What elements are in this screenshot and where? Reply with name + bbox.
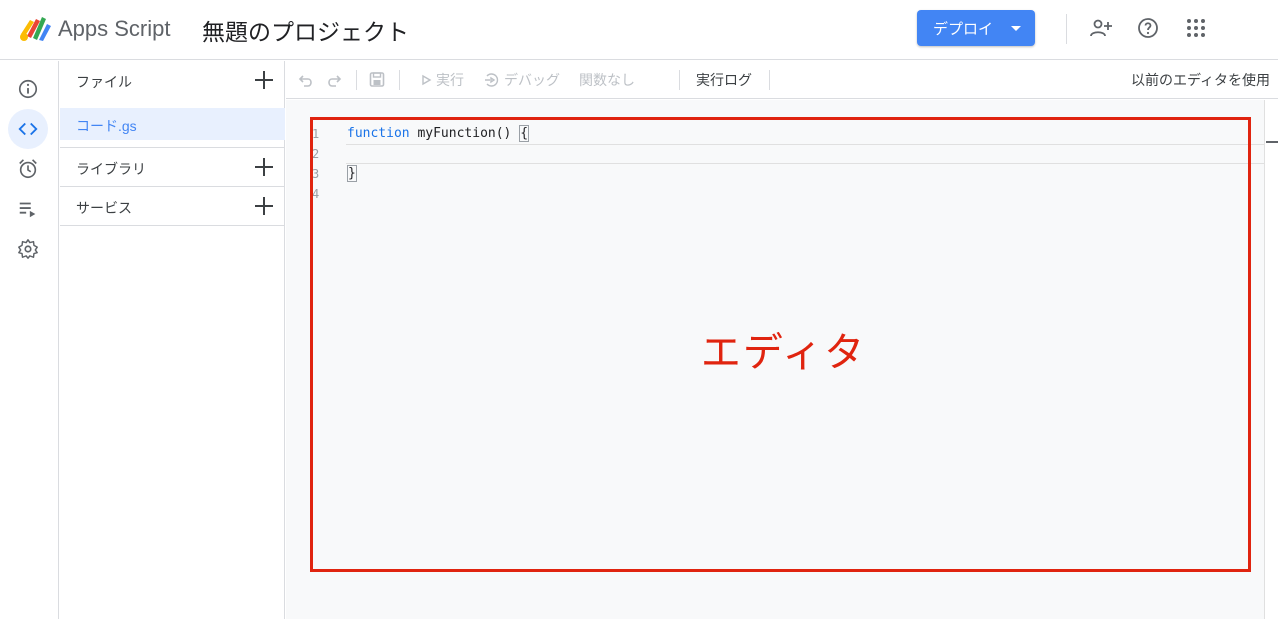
app-header: Apps Script 無題のプロジェクト デプロイ <box>0 0 1278 60</box>
file-item-label: コード.gs <box>76 118 137 134</box>
app-name[interactable]: Apps Script <box>58 16 171 42</box>
left-nav-rail <box>0 61 59 619</box>
files-section-label: ファイル <box>76 74 132 90</box>
function-select-value: 関数なし <box>579 72 635 88</box>
add-file-icon[interactable] <box>255 71 273 89</box>
play-icon <box>422 74 432 86</box>
function-select[interactable]: 関数なし <box>579 61 635 99</box>
files-panel: ファイル コード.gs ライブラリ サービス <box>60 61 285 619</box>
deploy-button[interactable]: デプロイ <box>917 10 1035 46</box>
deploy-button-label: デプロイ <box>933 21 994 38</box>
apps-script-logo[interactable] <box>18 14 52 42</box>
debug-button[interactable]: デバッグ <box>484 61 560 99</box>
info-icon <box>18 79 38 99</box>
executions-nav-button[interactable] <box>8 189 48 229</box>
overview-nav-button[interactable] <box>8 69 48 109</box>
toolbar-divider <box>679 70 680 90</box>
executions-icon <box>19 202 36 218</box>
header-divider <box>1066 14 1067 44</box>
execution-log-label: 実行ログ <box>696 72 752 88</box>
execution-log-button[interactable]: 実行ログ <box>696 61 752 99</box>
editor-nav-button[interactable] <box>8 109 48 149</box>
services-section-label: サービス <box>76 200 132 216</box>
alarm-icon <box>19 159 37 179</box>
run-label: 実行 <box>436 72 464 88</box>
save-icon[interactable] <box>369 61 385 99</box>
triggers-nav-button[interactable] <box>8 149 48 189</box>
editor-annotation-box: エディタ <box>310 117 1251 572</box>
scrollbar-marker <box>1266 141 1278 143</box>
services-section-header: サービス <box>60 187 285 226</box>
run-button[interactable]: 実行 <box>420 61 464 99</box>
libraries-section-header: ライブラリ <box>60 148 285 187</box>
editor-scrollbar[interactable] <box>1264 100 1278 619</box>
debug-label: デバッグ <box>504 72 560 88</box>
editor-toolbar: 実行 デバッグ 関数なし 実行ログ 以前のエディタを使用 <box>286 61 1278 99</box>
undo-icon[interactable] <box>298 61 314 99</box>
use-legacy-editor-button[interactable]: 以前のエディタを使用 <box>1131 61 1270 99</box>
add-service-icon[interactable] <box>255 197 273 215</box>
file-item-code-gs[interactable]: コード.gs <box>60 108 285 140</box>
toolbar-divider <box>399 70 400 90</box>
toolbar-divider <box>769 70 770 90</box>
toolbar-divider <box>356 70 357 90</box>
add-library-icon[interactable] <box>255 158 273 176</box>
settings-icon <box>18 239 38 259</box>
project-title[interactable]: 無題のプロジェクト <box>202 13 409 47</box>
help-icon[interactable] <box>1136 16 1160 40</box>
debug-icon <box>485 73 499 87</box>
libraries-section-label: ライブラリ <box>76 161 146 177</box>
caret-down-icon <box>1011 26 1021 31</box>
settings-nav-button[interactable] <box>8 229 48 269</box>
add-person-icon[interactable] <box>1089 16 1113 40</box>
apps-grid-icon[interactable] <box>1184 16 1208 40</box>
editor-annotation-label: エディタ <box>700 331 867 375</box>
code-icon <box>18 122 38 136</box>
redo-icon[interactable] <box>326 61 342 99</box>
use-legacy-editor-label: 以前のエディタを使用 <box>1130 72 1270 88</box>
files-section-header: ファイル <box>60 61 285 100</box>
